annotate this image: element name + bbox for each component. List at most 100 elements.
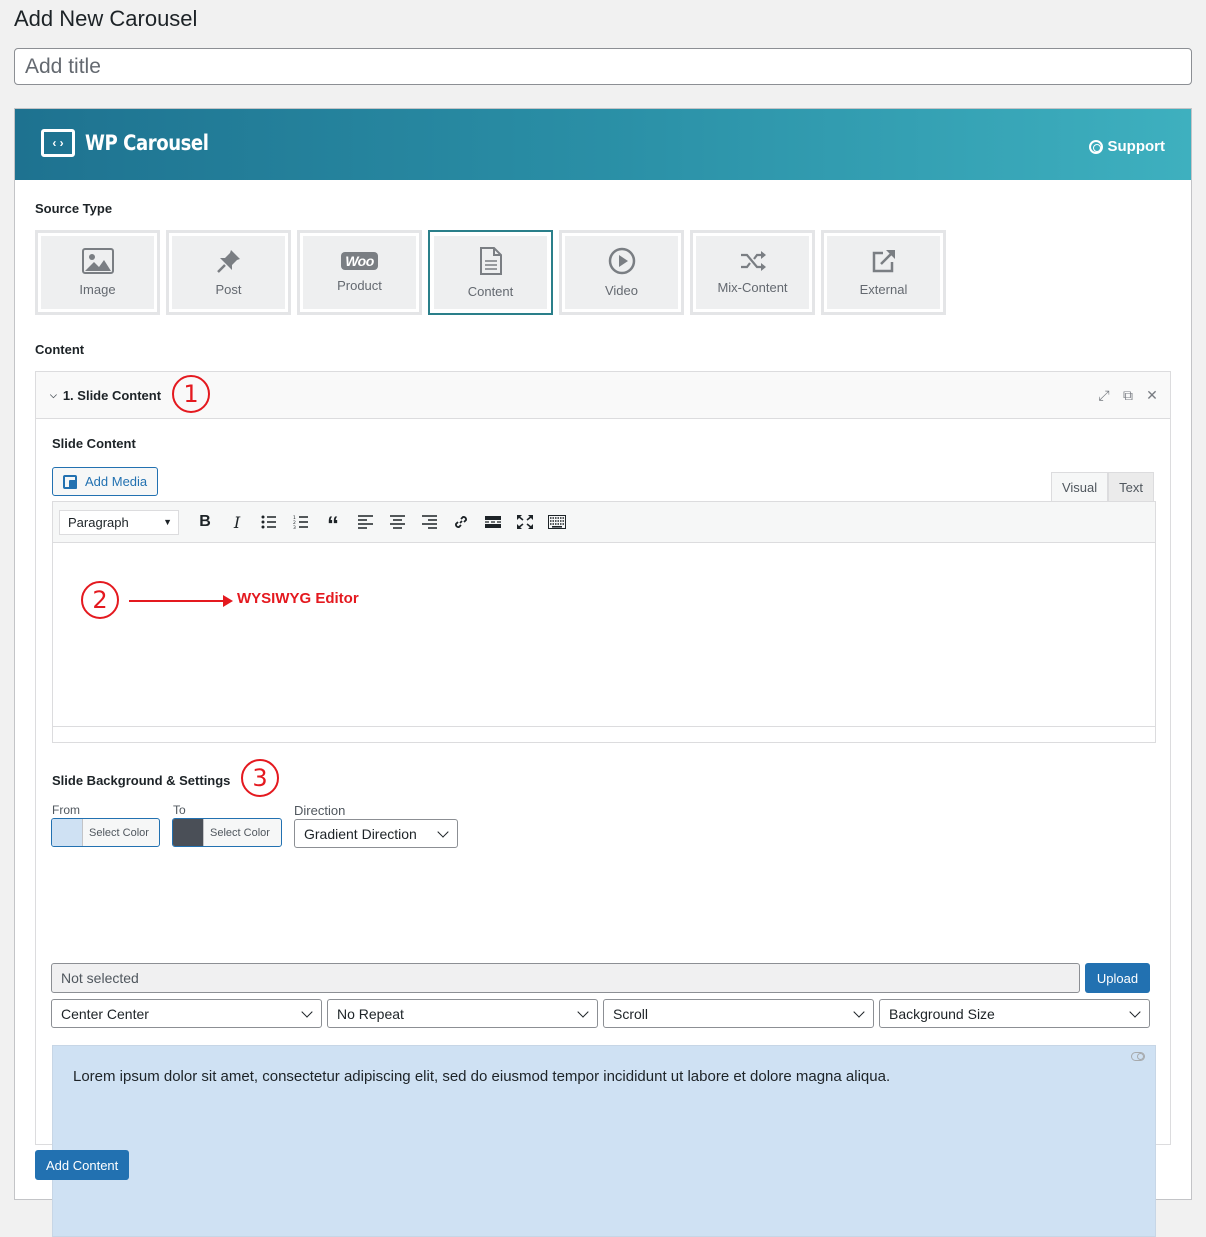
to-color-button[interactable]: Select Color [172,818,282,847]
source-tile-content[interactable]: Content [428,230,553,315]
source-tile-label: External [859,282,908,297]
carousel-logo-icon: ‹ › [41,129,75,157]
slide-group-header[interactable]: ⌵ 1. Slide Content 1 ⤢ ⧉ ✕ [36,372,1170,419]
svg-text:3: 3 [293,525,296,529]
fullscreen-icon[interactable] [509,507,541,537]
carousel-metabox: ‹ › WP Carousel Support Source Type Imag… [14,108,1192,1237]
image-icon [81,248,114,274]
shuffle-icon [740,251,766,271]
background-attachment-select[interactable]: Scroll [603,999,874,1028]
annotation-two: 2 [81,581,119,619]
source-type-tiles: Image Post Woo Product Content Video Mix… [35,230,946,315]
editor-tabs: Visual Text [1050,472,1154,501]
source-tile-label: Image [79,282,116,297]
direction-select-value: Gradient Direction [304,825,417,842]
toolbar-toggle-icon[interactable] [541,507,573,537]
source-tile-label: Video [604,283,638,298]
brand-name: WP Carousel [85,131,209,155]
align-left-icon[interactable] [349,507,381,537]
slide-group: ⌵ 1. Slide Content 1 ⤢ ⧉ ✕ Slide Content… [35,371,1171,1237]
direction-label: Direction [294,803,346,818]
upload-button[interactable]: Upload [1085,963,1150,993]
from-label: From [52,803,80,817]
align-right-icon[interactable] [413,507,445,537]
italic-icon[interactable]: I [221,507,253,537]
chevron-down-icon [853,1005,865,1018]
close-icon[interactable]: ✕ [1144,387,1160,404]
page-title: Add New Carousel [14,6,198,31]
lifebuoy-icon [1088,139,1103,154]
to-label: To [173,803,186,817]
read-more-icon[interactable] [477,507,509,537]
source-tile-mix-content-inner: Mix-Content [696,236,809,309]
annotation-arrow-line [129,600,225,602]
add-media-label: Add Media [85,474,148,489]
bold-icon[interactable]: B [189,507,221,537]
woo-icon: Woo [341,252,378,270]
tab-text[interactable]: Text [1108,472,1154,501]
annotation-one: 1 [172,375,210,413]
blockquote-icon[interactable]: “ [317,507,349,539]
chevron-down-icon [1129,1005,1141,1018]
link-icon[interactable] [445,507,477,537]
chevron-down-icon[interactable]: ⌵ [50,390,57,401]
direction-select[interactable]: Gradient Direction [294,819,458,848]
wysiwyg-annotation-label: WYSIWYG Editor [237,590,359,607]
title-input[interactable] [14,48,1192,85]
external-link-icon [872,250,895,273]
support-label: Support [1107,138,1166,155]
annotation-three: 3 [241,759,279,797]
source-type-label: Source Type [35,201,113,216]
editor-resize-bar[interactable] [53,726,1155,742]
editor-body[interactable]: 2 WYSIWYG Editor [53,543,1155,726]
preview-text: Lorem ipsum dolor sit amet, consectetur … [73,1068,891,1085]
from-color-text: Select Color [89,826,149,839]
tab-visual[interactable]: Visual [1050,472,1109,501]
from-color-button[interactable]: Select Color [51,818,160,847]
slide-group-title-text: 1. Slide Content [62,388,162,403]
add-content-button[interactable]: Add Content [35,1150,130,1180]
slide-preview: Lorem ipsum dolor sit amet, consectetur … [52,1045,1156,1237]
wysiwyg-editor: Paragraph ▼ B I 123 “ 2 WYSIWYG Editor [52,501,1156,743]
document-icon [479,247,502,275]
source-tile-external-inner: External [827,236,940,309]
pin-icon [216,250,240,273]
source-tile-product[interactable]: Woo Product [297,230,422,315]
add-media-button[interactable]: Add Media [52,467,159,496]
slide-group-title: ⌵ 1. Slide Content [50,388,161,403]
source-tile-video[interactable]: Video [559,230,684,315]
brand: ‹ › WP Carousel [41,129,229,157]
format-select-value: Paragraph [68,514,129,530]
size-select-value: Background Size [889,1005,995,1022]
source-tile-mix-content[interactable]: Mix-Content [690,230,815,315]
source-tile-post[interactable]: Post [166,230,291,315]
chevron-down-icon [577,1005,589,1018]
source-tile-external[interactable]: External [821,230,946,315]
background-settings-label: Slide Background & Settings [52,773,231,788]
background-size-select[interactable]: Background Size [879,999,1150,1028]
background-image-field[interactable]: Not selected [51,963,1080,993]
duplicate-icon[interactable]: ⧉ [1120,387,1136,404]
bullet-list-icon[interactable] [253,507,285,537]
metabox-header: ‹ › WP Carousel Support [15,109,1191,180]
to-color-swatch [173,819,204,846]
background-position-select[interactable]: Center Center [51,999,322,1028]
format-select[interactable]: Paragraph ▼ [59,509,179,535]
media-icon [63,474,79,489]
source-tile-label: Product [337,278,382,293]
toggle-icon[interactable] [1131,1052,1145,1061]
align-center-icon[interactable] [381,507,413,537]
group-actions: ⤢ ⧉ ✕ [1096,387,1160,404]
chevron-down-icon [301,1005,313,1018]
numbered-list-icon[interactable]: 123 [285,507,317,537]
source-tile-image[interactable]: Image [35,230,160,315]
arrow-right-icon [223,595,233,607]
position-select-value: Center Center [61,1005,149,1022]
background-repeat-select[interactable]: No Repeat [327,999,598,1028]
to-color-text: Select Color [210,826,270,839]
source-tile-content-inner: Content [434,236,547,309]
expand-icon[interactable]: ⤢ [1096,387,1112,404]
from-color-swatch [52,819,83,846]
support-link[interactable]: Support [1088,138,1166,155]
slide-content-label: Slide Content [52,436,136,451]
